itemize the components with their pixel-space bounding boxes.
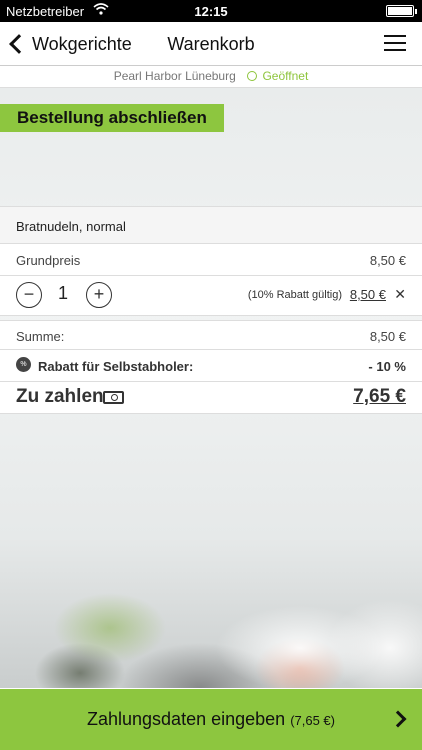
decrease-quantity-button[interactable]: − bbox=[16, 282, 42, 308]
back-label: Wokgerichte bbox=[32, 33, 132, 54]
battery-icon bbox=[386, 5, 417, 17]
payment-button-text: Zahlungsdaten eingeben (7,65 €) bbox=[0, 709, 422, 730]
cash-icon bbox=[103, 391, 124, 404]
total-row: Zu zahlen 7,65 € bbox=[0, 382, 422, 414]
navigation-bar: Wokgerichte Warenkorb bbox=[0, 22, 422, 66]
cart-item-row: Bratnudeln, normal bbox=[0, 206, 422, 244]
discount-badge-icon: % bbox=[16, 357, 31, 372]
restaurant-bar: Pearl Harbor Lüneburg Geöffnet bbox=[0, 66, 422, 88]
discount-value: - 10 % bbox=[368, 359, 406, 374]
sum-value: 8,50 € bbox=[369, 329, 406, 344]
quantity-value: 1 bbox=[58, 283, 69, 303]
total-label: Zu zahlen bbox=[16, 386, 104, 407]
item-name: Bratnudeln, normal bbox=[16, 219, 126, 234]
sum-label: Summe: bbox=[16, 329, 65, 344]
restaurant-name: Pearl Harbor Lüneburg bbox=[113, 69, 236, 83]
payment-details-button[interactable]: Zahlungsdaten eingeben (7,65 €) bbox=[0, 689, 422, 750]
hamburger-menu-icon[interactable] bbox=[384, 35, 406, 53]
clock-time: 12:15 bbox=[194, 4, 228, 19]
discount-note: (10% Rabatt gültig) bbox=[247, 289, 342, 301]
quantity-row: − 1 + (10% Rabatt gültig) 8,50 € ✕ bbox=[0, 276, 422, 316]
payment-button-label: Zahlungsdaten eingeben bbox=[87, 709, 286, 729]
order-complete-button[interactable]: Bestellung abschließen bbox=[0, 104, 224, 132]
remove-item-button[interactable]: ✕ bbox=[394, 286, 406, 303]
discount-label: Rabatt für Selbstabholer: bbox=[38, 359, 194, 374]
status-bar: Netzbetreiber 12:15 bbox=[0, 0, 422, 22]
base-price-label: Grundpreis bbox=[16, 253, 81, 268]
line-price: 8,50 € bbox=[349, 287, 386, 302]
open-status: Geöffnet bbox=[262, 69, 309, 83]
discount-row: % Rabatt für Selbstabholer: - 10 % bbox=[0, 350, 422, 382]
payment-button-amount: (7,65 €) bbox=[290, 713, 335, 728]
sum-row: Summe: 8,50 € bbox=[0, 320, 422, 350]
chevron-left-icon bbox=[9, 34, 29, 54]
base-price-row: Grundpreis 8,50 € bbox=[0, 244, 422, 276]
clock-icon bbox=[247, 71, 258, 81]
total-value: 7,65 € bbox=[353, 386, 406, 407]
increase-quantity-button[interactable]: + bbox=[86, 282, 112, 308]
base-price-value: 8,50 € bbox=[369, 253, 406, 268]
back-button[interactable]: Wokgerichte bbox=[8, 30, 132, 58]
